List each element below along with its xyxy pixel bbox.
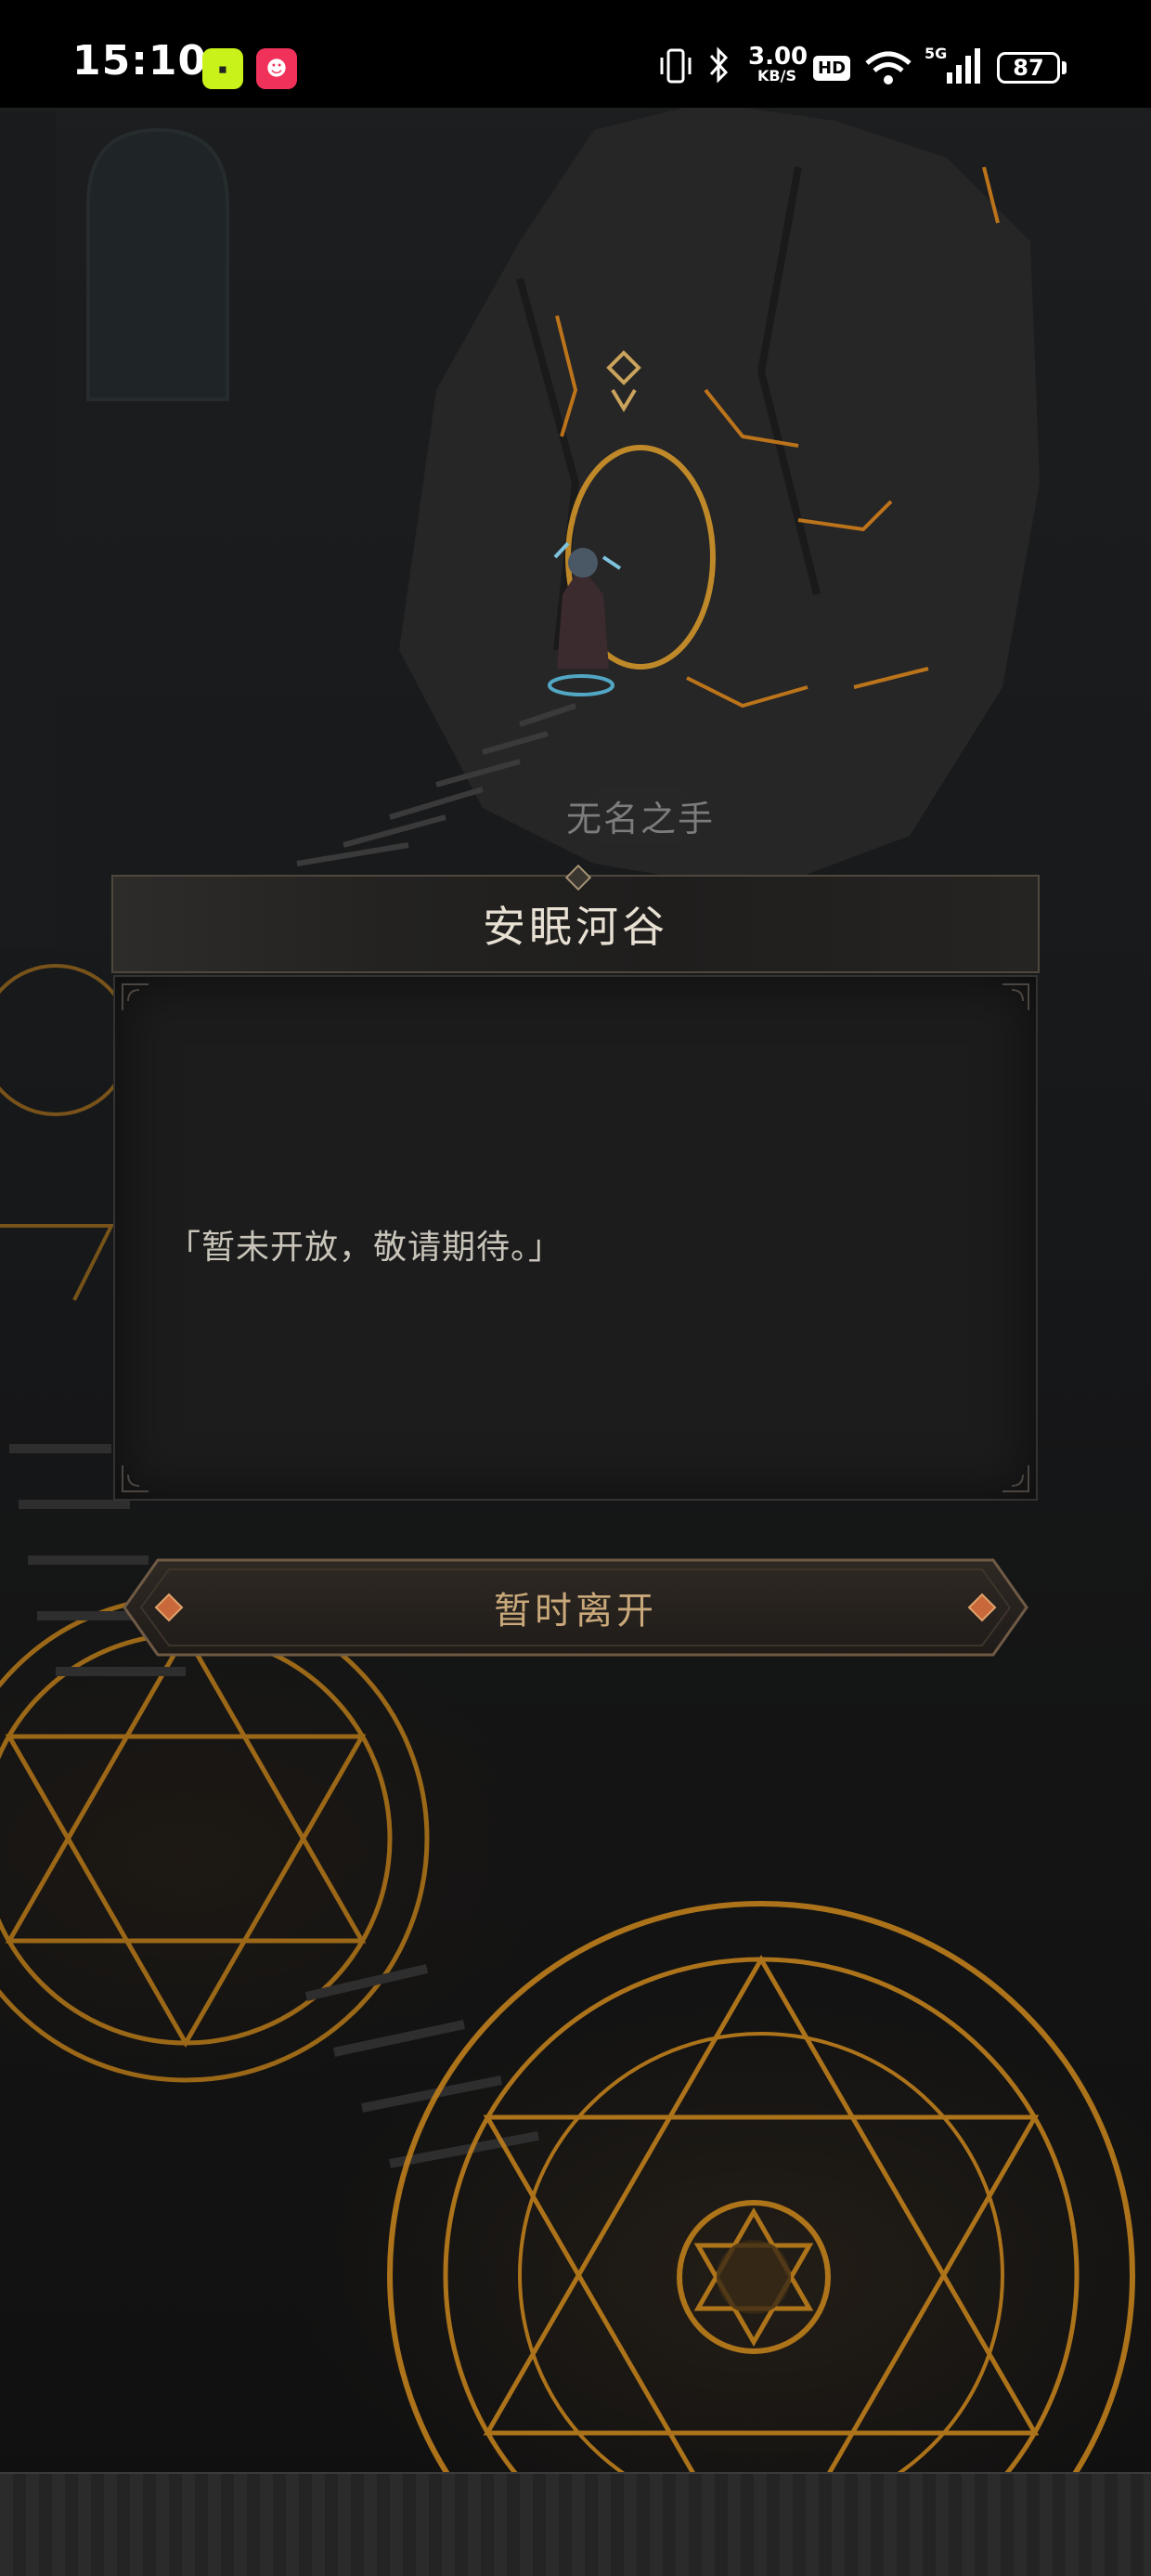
app-notification-icon: ☻ [256, 48, 297, 89]
bottom-ornamental-frame [0, 2472, 1151, 2576]
leave-button-label: 暂时离开 [494, 1590, 657, 1633]
battery-indicator: 87 [997, 52, 1060, 84]
wifi-icon [865, 51, 912, 85]
status-time: 15:10 [72, 37, 208, 85]
location-name-label: 无名之手 [520, 787, 761, 843]
dialog-title: 安眠河谷 [483, 902, 668, 952]
dialog-header: 安眠河谷 [111, 864, 1040, 973]
corner-ornament-icon [1002, 1465, 1029, 1492]
corner-ornament-icon [1002, 983, 1029, 1010]
app-notification-icon: ◼ [202, 48, 243, 89]
network-speed-unit: KB/S [757, 67, 796, 85]
corner-ornament-icon [122, 983, 149, 1010]
leave-button[interactable]: 暂时离开 [121, 1556, 1030, 1659]
battery-tip [1062, 61, 1067, 74]
hd-badge: HD [813, 56, 851, 81]
cellular-signal-icon: 5G [925, 45, 980, 87]
corner-ornament-icon [122, 1465, 149, 1492]
dialog-body: 「暂未开放，敬请期待。」 [113, 975, 1038, 1501]
network-speed-value: 3.00 [748, 43, 808, 71]
vibrate-icon [660, 48, 692, 84]
network-speed: 3.00 KB/S [748, 43, 808, 85]
bluetooth-icon [709, 46, 729, 84]
status-bar: 15:10 ◼ ☻ 3.00 KB/S HD 5G 87 [0, 0, 1151, 108]
dialog-message: 「暂未开放，敬请期待。」 [167, 1229, 563, 1267]
